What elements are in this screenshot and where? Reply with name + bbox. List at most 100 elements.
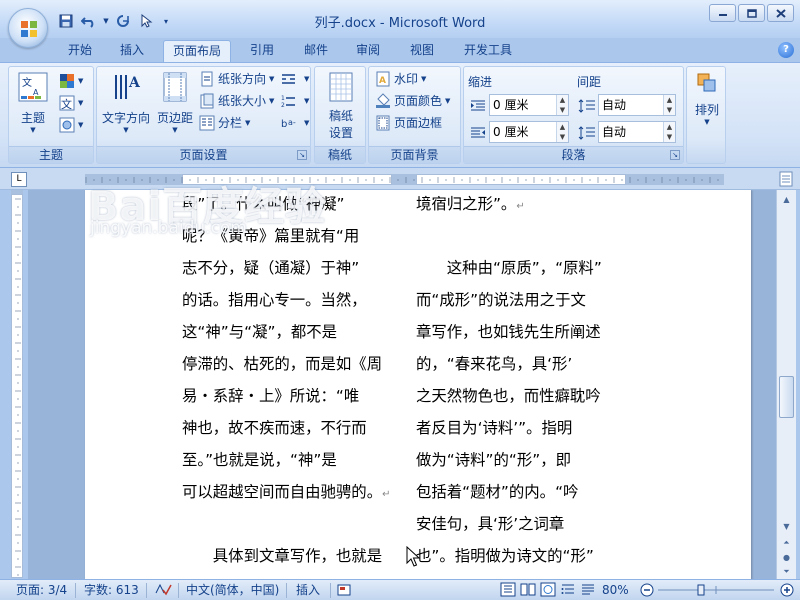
spacing-before-input[interactable]: 自动 ▲ ▼: [598, 94, 676, 116]
theme-fonts-button[interactable]: 文 ▼: [59, 93, 83, 113]
size-button[interactable]: 纸张大小 ▼: [199, 91, 274, 111]
line-numbers-button[interactable]: 1 2 ▼: [281, 91, 309, 111]
word-count[interactable]: 字数: 613: [84, 582, 139, 599]
tab-mailings[interactable]: 邮件: [294, 40, 338, 62]
scroll-up-icon[interactable]: ▲: [779, 192, 794, 207]
columns-icon: [199, 115, 215, 131]
help-icon[interactable]: ?: [778, 42, 794, 58]
text-line[interactable]: 这“神”与“凝”，都不是: [182, 316, 390, 348]
tab-developer[interactable]: 开发工具: [456, 40, 520, 62]
text-direction-button[interactable]: A 文字方向 ▼: [99, 71, 153, 134]
text-line[interactable]: 做为“诗料”的“形”，即: [416, 444, 602, 476]
text-line[interactable]: 至。”也就是说，“神”是: [182, 444, 390, 476]
hyphenation-button[interactable]: b a- ▼: [281, 113, 309, 133]
scroll-down-icon[interactable]: ▼: [779, 519, 794, 534]
page-color-button[interactable]: 页面颜色 ▼: [375, 91, 450, 111]
text-line[interactable]: 境宿归之形”。↵: [416, 190, 602, 220]
themes-button[interactable]: 文 A 主题 ▼: [13, 71, 53, 134]
view-print-layout-icon[interactable]: [500, 582, 516, 599]
minimize-button[interactable]: [709, 4, 736, 22]
zoom-in-icon[interactable]: [780, 582, 794, 599]
watermark-button[interactable]: A 水印 ▼: [375, 69, 426, 89]
text-line[interactable]: 志不分，疑（通凝）于神”: [182, 252, 390, 284]
zoom-slider[interactable]: [656, 582, 776, 599]
theme-colors-button[interactable]: ▼: [59, 71, 83, 91]
vertical-scrollbar[interactable]: ▲ ▼ ⏶ ● ⏷: [776, 190, 796, 579]
scroll-thumb[interactable]: [779, 376, 794, 418]
close-button[interactable]: [767, 4, 794, 22]
text-line[interactable]: 段”了。什么叫做“神凝”: [182, 190, 390, 220]
text-line[interactable]: 即指“词章”，包括语言、: [416, 572, 602, 579]
tab-home[interactable]: 开始: [58, 40, 102, 62]
ribbon-tabs: 开始 插入 页面布局 引用 邮件 审阅 视图 开发工具 ?: [0, 38, 800, 62]
page-borders-button[interactable]: 页面边框: [375, 113, 442, 133]
columns-button[interactable]: 分栏 ▼: [199, 113, 250, 133]
theme-effects-button[interactable]: ▼: [59, 115, 83, 135]
text-line[interactable]: 之天然物色也，而性癖耽吟: [416, 380, 602, 412]
text-line[interactable]: 者反目为‘诗料’”。指明: [416, 412, 602, 444]
page-count[interactable]: 页面: 3/4: [16, 582, 67, 599]
text-line[interactable]: 呢？《黄帝》篇里就有“用: [182, 220, 390, 252]
text-line[interactable]: 易・系辞・上》所说：“唯: [182, 380, 390, 412]
left-column[interactable]: 段”了。什么叫做“神凝” 呢？《黄帝》篇里就有“用 志不分，疑（通凝）于神” 的话。指…: [182, 190, 390, 579]
tab-references[interactable]: 引用: [240, 40, 284, 62]
paragraph-launcher-icon[interactable]: ↘: [670, 150, 680, 160]
indent-right-value: 0 厘米: [493, 125, 529, 139]
office-button[interactable]: [8, 8, 48, 48]
page-setup-launcher-icon[interactable]: ↘: [297, 150, 307, 160]
text-line[interactable]: 具体到文章写作，也就是: [182, 540, 390, 572]
document-area[interactable]: 段”了。什么叫做“神凝” 呢？《黄帝》篇里就有“用 志不分，疑（通凝）于神” 的话。指…: [28, 190, 776, 579]
tab-view[interactable]: 视图: [400, 40, 444, 62]
text-line[interactable]: 章写作，也如钱先生所阐述: [416, 316, 602, 348]
language-indicator[interactable]: 中文(简体，中国): [186, 582, 279, 599]
indent-right-spinner-icon[interactable]: ▲ ▼: [556, 122, 568, 142]
indent-right-input[interactable]: 0 厘米 ▲ ▼: [489, 121, 569, 143]
text-line[interactable]: 而“成形”的说法用之于文: [416, 284, 602, 316]
margins-label: 页边距: [156, 111, 193, 125]
view-full-screen-icon[interactable]: [520, 582, 536, 599]
text-line[interactable]: 可以超越空间而自由驰骋的。↵: [182, 476, 390, 508]
text-line[interactable]: [182, 508, 390, 540]
text-line[interactable]: 如上文所说，“神”是有趋: [182, 572, 390, 579]
view-draft-icon[interactable]: [580, 582, 596, 599]
next-page-icon[interactable]: ⏷: [779, 564, 794, 579]
tab-insert[interactable]: 插入: [110, 40, 154, 62]
right-column[interactable]: 境宿归之形”。↵ 这种由“原质”，“原料” 而“成形”的说法用之于文 章写作，也如钱…: [416, 190, 602, 579]
text-line[interactable]: 的，“春来花鸟，具‘形’: [416, 348, 602, 380]
zoom-out-icon[interactable]: [640, 582, 654, 599]
text-line[interactable]: 也”。指明做为诗文的“形”: [416, 540, 602, 572]
tab-page-layout[interactable]: 页面布局: [163, 40, 231, 62]
browse-object-icon[interactable]: ●: [779, 550, 794, 565]
vertical-ruler[interactable]: [11, 194, 23, 578]
margins-button[interactable]: 页边距 ▼: [153, 71, 197, 134]
view-outline-icon[interactable]: [560, 582, 576, 599]
text-line[interactable]: 停滞的、枯死的，而是如《周: [182, 348, 390, 380]
spacing-after-spinner-icon[interactable]: ▲ ▼: [663, 122, 675, 142]
spacing-after-input[interactable]: 自动 ▲ ▼: [598, 121, 676, 143]
zoom-level[interactable]: 80%: [602, 582, 629, 599]
insert-mode-indicator[interactable]: 插入: [296, 582, 320, 599]
text-line[interactable]: 包括着“题材”的内。“吟: [416, 476, 602, 508]
document-page[interactable]: 段”了。什么叫做“神凝” 呢？《黄帝》篇里就有“用 志不分，疑（通凝）于神” 的话。指…: [85, 190, 751, 579]
spacing-before-spinner-icon[interactable]: ▲ ▼: [663, 95, 675, 115]
text-line[interactable]: [416, 220, 602, 252]
horizontal-ruler[interactable]: L: [0, 168, 800, 190]
svg-text:文: 文: [61, 97, 72, 111]
indent-left-spinner-icon[interactable]: ▲ ▼: [556, 95, 568, 115]
text-line[interactable]: 神也，故不疾而速，不行而: [182, 412, 390, 444]
indent-left-input[interactable]: 0 厘米 ▲ ▼: [489, 94, 569, 116]
text-line[interactable]: 安佳句，具‘形’之词章: [416, 508, 602, 540]
previous-page-icon[interactable]: ⏶: [779, 535, 794, 550]
text-line[interactable]: 这种由“原质”，“原料”: [416, 252, 602, 284]
view-web-layout-icon[interactable]: [540, 582, 556, 599]
macro-record-icon[interactable]: [336, 582, 352, 599]
orientation-button[interactable]: 纸张方向 ▼: [199, 69, 274, 89]
proofing-icon[interactable]: [154, 582, 172, 599]
tab-review[interactable]: 审阅: [346, 40, 390, 62]
view-ruler-icon[interactable]: [778, 170, 794, 188]
draft-settings-button[interactable]: 稿纸 设置: [319, 71, 363, 141]
breaks-button[interactable]: ▼: [281, 69, 309, 89]
arrange-button[interactable]: 排列 ▼: [689, 71, 725, 126]
text-line[interactable]: 的话。指用心专一。当然，: [182, 284, 390, 316]
maximize-button[interactable]: [738, 4, 765, 22]
